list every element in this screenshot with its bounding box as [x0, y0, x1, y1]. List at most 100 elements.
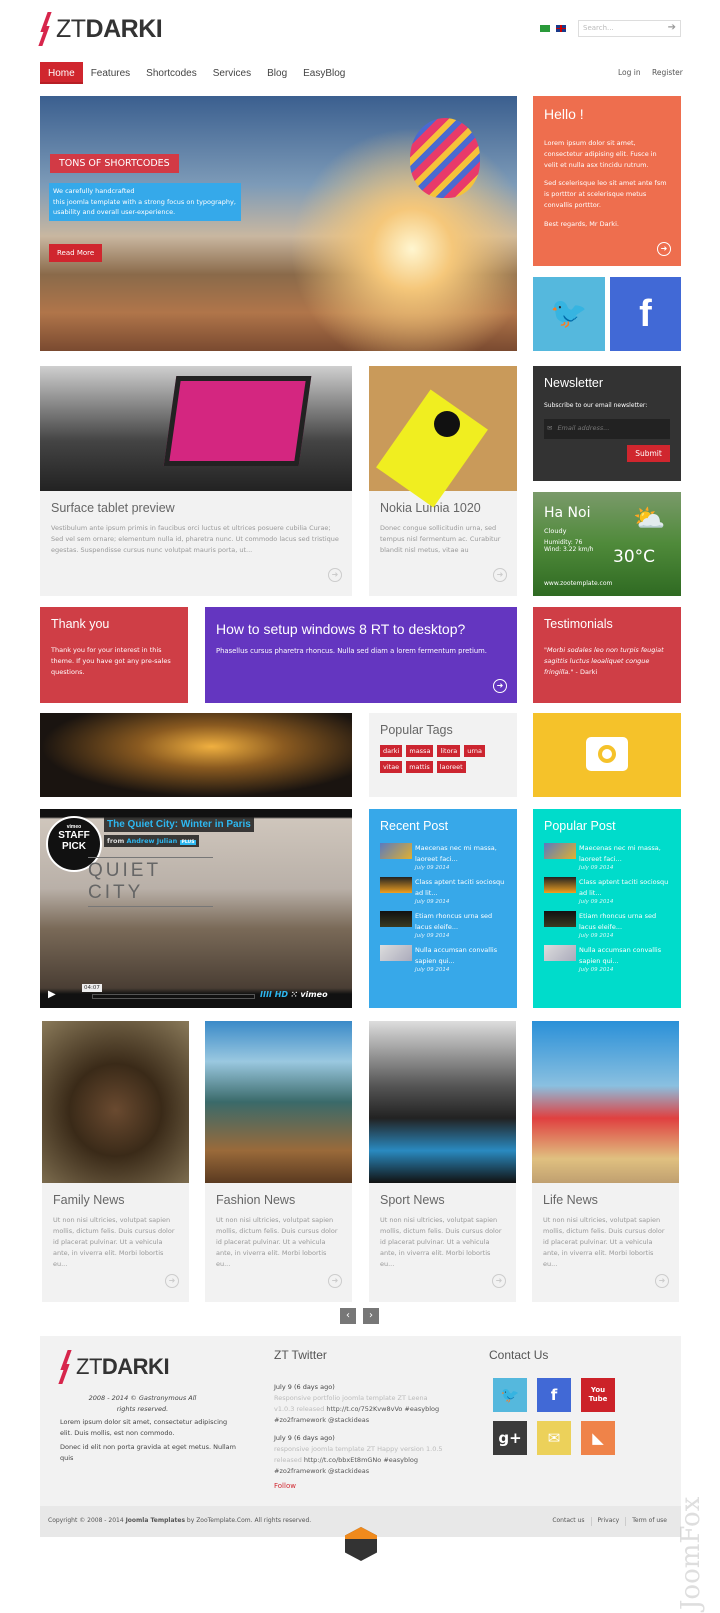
search-input[interactable]: Search... ➔	[578, 20, 681, 37]
nav-item-blog[interactable]: Blog	[259, 62, 295, 84]
video-player[interactable]: vimeo STAFF PICK The Quiet City: Winter i…	[40, 809, 352, 1008]
nav-item-features[interactable]: Features	[83, 62, 138, 84]
twitter-icon[interactable]: 🐦	[493, 1378, 527, 1412]
arabic-flag-icon[interactable]	[540, 25, 550, 32]
arrow-right-icon[interactable]: ➜	[655, 1274, 669, 1288]
article-card[interactable]: Surface tablet preview Vestibulum ante i…	[40, 366, 352, 596]
post-item[interactable]: Class aptent taciti sociosqu ad lit... Ju…	[544, 877, 670, 905]
tag-link[interactable]: mattis	[406, 761, 433, 773]
post-title[interactable]: Nulla accumsan convallis sapien qui...	[415, 945, 506, 967]
footer-link[interactable]: Contact us	[546, 1517, 590, 1526]
play-icon[interactable]: ▶	[48, 989, 56, 1000]
video-title[interactable]: The Quiet City: Winter in Paris	[104, 817, 254, 832]
howto-title[interactable]: How to setup windows 8 RT to desktop?	[216, 621, 506, 637]
post-title[interactable]: Class aptent taciti sociosqu ad lit...	[579, 877, 670, 899]
news-title[interactable]: Sport News	[380, 1193, 505, 1207]
english-flag-icon[interactable]	[556, 25, 566, 32]
howto-widget[interactable]: How to setup windows 8 RT to desktop? Ph…	[205, 607, 517, 703]
article-title[interactable]: Nokia Lumia 1020	[380, 501, 506, 515]
submit-button[interactable]: Submit	[627, 445, 670, 462]
arrow-right-icon[interactable]: ➜	[492, 1274, 506, 1288]
footer-link[interactable]: Privacy	[590, 1517, 626, 1526]
news-excerpt: Ut non nisi ultricies, volutpat sapien m…	[53, 1216, 175, 1268]
news-card[interactable]: Family News Ut non nisi ultricies, volutp…	[42, 1021, 189, 1302]
post-item[interactable]: Maecenas nec mi massa, laoreet faci... Ju…	[544, 843, 670, 871]
news-card[interactable]: Life News Ut non nisi ultricies, volutpat…	[532, 1021, 679, 1302]
video-progress-bar[interactable]	[92, 994, 255, 999]
news-card[interactable]: Fashion News Ut non nisi ultricies, volut…	[205, 1021, 352, 1302]
footer-link[interactable]: Term of use	[625, 1517, 673, 1526]
popular-post-widget: Popular Post Maecenas nec mi massa, laor…	[533, 809, 681, 1008]
camera-tile[interactable]	[533, 713, 681, 797]
arrow-right-icon[interactable]: ➜	[493, 679, 507, 693]
copyright-link[interactable]: Joomla Templates	[126, 1517, 185, 1524]
post-item[interactable]: Etiam rhoncus urna sed lacus eleife... Ju…	[544, 911, 670, 939]
news-image	[42, 1021, 189, 1183]
popular-tags-widget: Popular Tags darki massa litora urna vitae ma…	[369, 713, 517, 797]
post-title[interactable]: Class aptent taciti sociosqu ad lit...	[415, 877, 506, 899]
fullscreen-icon[interactable]: ⁙	[291, 990, 298, 999]
volume-icon[interactable]: IIII	[260, 990, 275, 999]
arrow-right-icon[interactable]: ➜	[165, 1274, 179, 1288]
site-logo[interactable]: ZTDARKI	[38, 12, 163, 46]
follow-link[interactable]: Follow	[274, 1482, 296, 1490]
twitter-tile[interactable]: 🐦	[533, 277, 605, 351]
news-title[interactable]: Life News	[543, 1193, 668, 1207]
nav-item-services[interactable]: Services	[205, 62, 259, 84]
read-more-button[interactable]: Read More	[49, 244, 103, 262]
footer-logo[interactable]: ZTDARKI	[58, 1350, 170, 1384]
facebook-icon[interactable]: f	[537, 1378, 571, 1412]
register-link[interactable]: Register	[652, 68, 683, 77]
news-title[interactable]: Family News	[53, 1193, 178, 1207]
post-item[interactable]: Class aptent taciti sociosqu ad lit... Ju…	[380, 877, 506, 905]
post-item[interactable]: Nulla accumsan convallis sapien qui... Ju…	[544, 945, 670, 973]
arrow-right-icon[interactable]: ➜	[328, 568, 342, 582]
post-title[interactable]: Maecenas nec mi massa, laoreet faci...	[415, 843, 506, 865]
post-title[interactable]: Nulla accumsan convallis sapien qui...	[579, 945, 670, 967]
post-item[interactable]: Etiam rhoncus urna sed lacus eleife... Ju…	[380, 911, 506, 939]
news-card[interactable]: Sport News Ut non nisi ultricies, volutpa…	[369, 1021, 516, 1302]
hd-button[interactable]: HD	[275, 990, 288, 999]
prev-button[interactable]: ‹	[340, 1308, 356, 1324]
rss-icon[interactable]: ◣	[581, 1421, 615, 1455]
tag-link[interactable]: laoreet	[436, 761, 466, 773]
post-title[interactable]: Etiam rhoncus urna sed lacus eleife...	[415, 911, 506, 933]
hero-slider[interactable]: TONS OF SHORTCODES We carefully handcraf…	[40, 96, 517, 351]
google-plus-icon[interactable]: g+	[493, 1421, 527, 1455]
post-item[interactable]: Nulla accumsan convallis sapien qui... Ju…	[380, 945, 506, 973]
news-excerpt: Ut non nisi ultricies, volutpat sapien m…	[543, 1216, 665, 1268]
facebook-tile[interactable]: f	[610, 277, 681, 351]
article-title[interactable]: Surface tablet preview	[51, 501, 341, 515]
nav-item-home[interactable]: Home	[40, 62, 83, 84]
twitter-feed-title: ZT Twitter	[274, 1348, 327, 1362]
tag-link[interactable]: vitae	[380, 761, 403, 773]
nav-item-easyblog[interactable]: EasyBlog	[295, 62, 353, 84]
tag-link[interactable]: urna	[464, 745, 486, 757]
arrow-right-icon[interactable]: ➜	[328, 1274, 342, 1288]
post-title[interactable]: Maecenas nec mi massa, laoreet faci...	[579, 843, 670, 865]
email-icon[interactable]: ✉	[537, 1421, 571, 1455]
email-input[interactable]: ✉ Email address...	[544, 419, 670, 439]
search-arrow-icon[interactable]: ➔	[668, 22, 676, 33]
weather-site[interactable]: www.zootemplate.com	[544, 580, 612, 587]
vimeo-logo[interactable]: vimeo	[300, 990, 327, 999]
next-button[interactable]: ›	[363, 1308, 379, 1324]
article-card[interactable]: Nokia Lumia 1020 Donec congue sollicitud…	[369, 366, 517, 596]
recent-post-widget: Recent Post Maecenas nec mi massa, laore…	[369, 809, 517, 1008]
tag-link[interactable]: massa	[406, 745, 434, 757]
arrow-right-icon[interactable]: ➜	[493, 568, 507, 582]
plus-badge: PLUS	[179, 840, 197, 845]
post-date: July 09 2014	[415, 899, 450, 905]
tag-link[interactable]: litora	[437, 745, 461, 757]
news-title[interactable]: Fashion News	[216, 1193, 341, 1207]
news-excerpt: Ut non nisi ultricies, volutpat sapien m…	[380, 1216, 502, 1268]
video-author[interactable]: Andrew Julian	[127, 837, 178, 845]
tag-link[interactable]: darki	[380, 745, 403, 757]
youtube-icon[interactable]: You Tube	[581, 1378, 615, 1412]
nav-item-shortcodes[interactable]: Shortcodes	[138, 62, 205, 84]
arrow-right-icon[interactable]: ➜	[657, 242, 671, 256]
login-link[interactable]: Log in	[618, 68, 641, 77]
video-time: 04:07	[82, 984, 102, 992]
post-title[interactable]: Etiam rhoncus urna sed lacus eleife...	[579, 911, 670, 933]
post-item[interactable]: Maecenas nec mi massa, laoreet faci... Ju…	[380, 843, 506, 871]
